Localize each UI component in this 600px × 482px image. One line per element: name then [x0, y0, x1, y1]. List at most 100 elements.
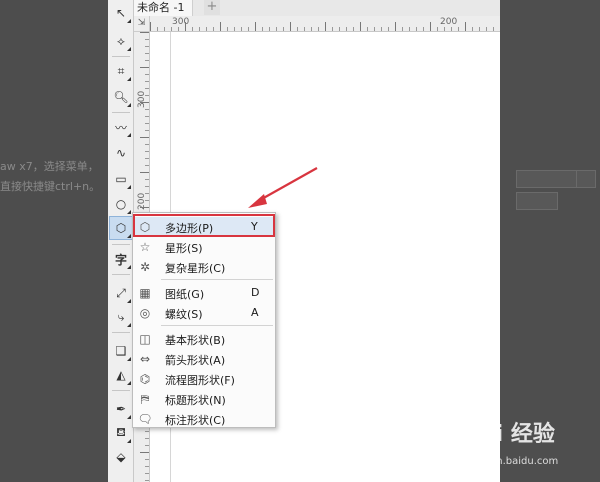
ruler-tick — [248, 27, 249, 31]
zoom-tool[interactable]: 🔍︎ — [110, 86, 132, 108]
polygon-flyout-menu: ⬡ 多边形(P) Y ☆ 星形(S) ✲ 复杂星形(C) ▦ 图纸(G) D ◎… — [132, 212, 276, 428]
background-field — [516, 192, 558, 210]
ruler-tick — [493, 27, 494, 31]
ruler-tick — [227, 27, 228, 31]
ruler-tick — [206, 27, 207, 31]
zoom-icon: 🔍︎ — [113, 90, 129, 104]
basic-shapes-icon: ◫ — [139, 332, 151, 346]
ruler-tick — [145, 116, 149, 117]
ruler-tick — [339, 27, 340, 31]
annotation-arrow — [248, 167, 318, 208]
pick-tool[interactable]: ↖ — [110, 2, 132, 24]
ruler-tick — [145, 53, 149, 54]
crop-tool[interactable]: ⌗ — [110, 60, 132, 82]
ruler-tick — [409, 27, 410, 31]
shadow-tool[interactable]: ❑ — [110, 340, 132, 362]
ruler-tick — [145, 200, 149, 201]
ruler-tick — [140, 137, 149, 138]
rectangle-icon: ▭ — [115, 172, 127, 186]
shortcut: D — [251, 286, 260, 299]
rectangle-tool[interactable]: ▭ — [110, 168, 132, 190]
ruler-tick — [145, 74, 149, 75]
ruler-tick — [157, 27, 158, 31]
shortcut: A — [251, 306, 259, 319]
arrow-shapes-icon: ⇔ — [139, 352, 151, 366]
ruler-tick — [145, 95, 149, 96]
menu-item-basic-shapes[interactable]: ◫ 基本形状(B) — [133, 329, 275, 349]
ruler-tick — [145, 459, 149, 460]
crop-icon: ⌗ — [117, 63, 125, 78]
ruler-tick — [374, 27, 375, 31]
ruler-tick — [297, 27, 298, 31]
ruler-tick — [140, 172, 149, 173]
smart-fill-icon: ⬙ — [116, 450, 126, 464]
ruler-tick — [192, 27, 193, 31]
ruler-label: 300 — [137, 90, 147, 108]
ruler-tick — [325, 22, 326, 31]
menu-item-star[interactable]: ☆ 星形(S) — [133, 237, 275, 257]
ruler-tick — [479, 27, 480, 31]
ruler-tick — [367, 27, 368, 31]
menu-item-spiral[interactable]: ◎ 螺纹(S) A — [133, 303, 275, 323]
polygon-icon: ⬡ — [115, 221, 127, 235]
smart-fill-tool[interactable]: ⬙ — [110, 446, 132, 468]
ellipse-tool[interactable]: ○ — [110, 193, 132, 215]
ruler-tick — [145, 81, 149, 82]
transparency-icon: ◭ — [116, 368, 126, 382]
artistic-media-tool[interactable]: ∿ — [110, 142, 132, 164]
menu-item-complex-star[interactable]: ✲ 复杂星形(C) — [133, 257, 275, 277]
ruler-tick — [145, 123, 149, 124]
ruler-tick — [388, 27, 389, 31]
background-field — [576, 170, 596, 188]
graph-paper-icon: ▦ — [139, 286, 151, 300]
ruler-tick — [353, 27, 354, 31]
ruler-label: 200 — [440, 17, 458, 27]
ruler-label: 300 — [172, 17, 190, 27]
eyedropper-icon: ✒ — [115, 402, 127, 416]
ruler-tick — [199, 27, 200, 31]
ruler-tick — [304, 27, 305, 31]
menu-item-flowchart-shapes[interactable]: ⌬ 流程图形状(F) — [133, 369, 275, 389]
eyedropper-tool[interactable]: ✒ — [110, 398, 132, 420]
horizontal-ruler[interactable]: 300 200 — [150, 16, 500, 32]
menu-item-arrow-shapes[interactable]: ⇔ 箭头形状(A) — [133, 349, 275, 369]
ruler-tick — [290, 22, 291, 31]
ruler-tick — [346, 27, 347, 31]
shape-tool[interactable]: ⟡ — [110, 30, 132, 52]
spiral-icon: ◎ — [139, 306, 151, 320]
dimension-tool[interactable]: ⤢ — [110, 282, 132, 304]
interactive-fill-tool[interactable]: ⛾ — [110, 422, 132, 444]
add-tab-button[interactable]: + — [204, 0, 220, 15]
freehand-tool[interactable]: 〰 — [110, 116, 132, 138]
menu-item-graph-paper[interactable]: ▦ 图纸(G) D — [133, 283, 275, 303]
ruler-tick — [269, 27, 270, 31]
ruler-tick — [402, 27, 403, 31]
ruler-tick — [145, 165, 149, 166]
ruler-tick — [472, 27, 473, 31]
ruler-tick — [145, 431, 149, 432]
ruler-tick — [145, 193, 149, 194]
menu-separator — [161, 279, 273, 280]
ruler-tick — [145, 39, 149, 40]
ruler-tick — [465, 22, 466, 31]
connector-icon: ⤷ — [117, 309, 125, 324]
freehand-icon: 〰 — [114, 120, 127, 135]
ruler-tick — [145, 186, 149, 187]
ruler-origin[interactable]: ⇲ — [134, 16, 150, 32]
connector-tool[interactable]: ⤷ — [110, 306, 132, 328]
ruler-tick — [145, 466, 149, 467]
menu-item-callout-shapes[interactable]: 🗨 标注形状(C) — [133, 409, 275, 429]
ruler-tick — [423, 27, 424, 31]
banner-shapes-icon: ⛿ — [140, 392, 150, 406]
watermark-brand: Bai 经验 — [464, 422, 555, 447]
transparency-tool[interactable]: ◭ — [110, 364, 132, 386]
polygon-tool[interactable]: ⬡ — [109, 216, 133, 240]
document-tab[interactable]: 未命名 -1 — [134, 0, 194, 16]
ruler-tick — [451, 27, 452, 31]
background-page-left: aw x7，选择菜单， 直接快捷键ctrl+n。 — [0, 0, 108, 482]
star-icon: ☆ — [139, 240, 151, 254]
menu-item-banner-shapes[interactable]: ⛿ 标题形状(N) — [133, 389, 275, 409]
text-tool[interactable]: 字 — [110, 248, 132, 270]
ruler-tick — [145, 109, 149, 110]
ruler-tick — [140, 67, 149, 68]
